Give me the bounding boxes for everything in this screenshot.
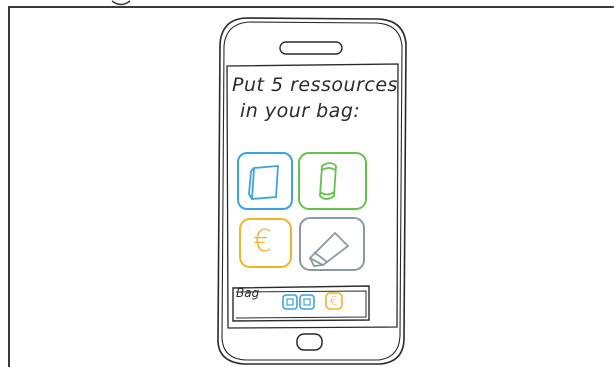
resource-pencil-button[interactable] (300, 218, 364, 270)
prompt-line-1: Put 5 ressources (232, 74, 398, 96)
resource-euro-button[interactable] (240, 219, 291, 267)
resource-book-button[interactable] (238, 153, 292, 209)
bag-dropzone[interactable] (233, 286, 369, 321)
speaker-slot (279, 41, 343, 55)
home-button-target[interactable] (297, 334, 322, 350)
resource-scroll-button[interactable] (299, 153, 366, 209)
prompt-line-2: in your bag: (240, 100, 361, 122)
